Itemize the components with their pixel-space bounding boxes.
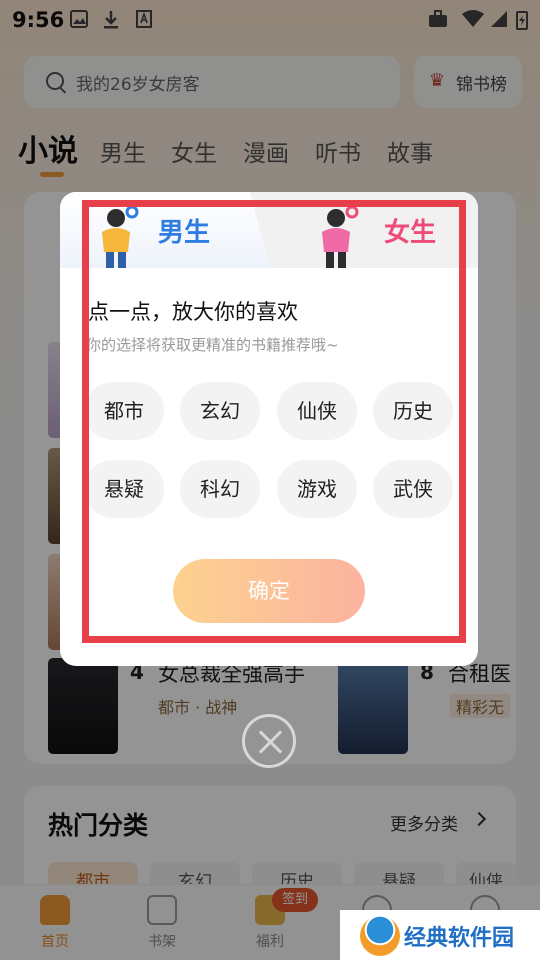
highlight-frame <box>82 200 466 643</box>
watermark-logo-icon <box>360 916 400 956</box>
close-icon[interactable] <box>242 714 296 768</box>
watermark-text: 经典软件园 <box>404 926 515 951</box>
watermark: 经典软件园 <box>340 910 540 960</box>
